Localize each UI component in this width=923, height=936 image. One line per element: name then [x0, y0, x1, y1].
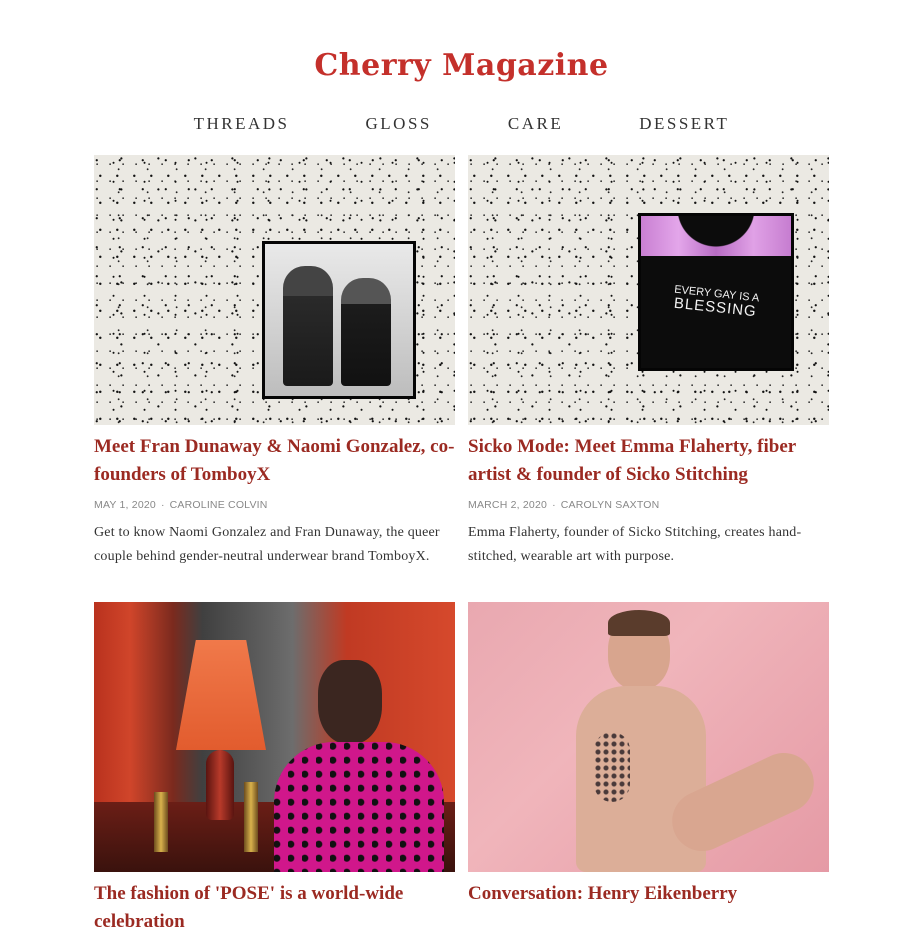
article-excerpt: Emma Flaherty, founder of Sicko Stitchin… — [468, 525, 802, 564]
article-excerpt: Get to know Naomi Gonzalez and Fran Duna… — [94, 525, 440, 564]
portrait-head — [318, 660, 382, 744]
article-card: EVERY GAY IS A BLESSING Sicko Mode: Meet… — [468, 155, 829, 583]
article-author[interactable]: CAROLYN SAXTON — [561, 499, 660, 511]
article-title[interactable]: Meet Fran Dunaway & Naomi Gonzalez, co-f… — [94, 433, 455, 489]
article-image-pose[interactable] — [94, 602, 455, 872]
article-title[interactable]: Sicko Mode: Meet Emma Flaherty, fiber ar… — [468, 433, 829, 489]
article-date: MARCH 2, 2020 — [468, 499, 548, 511]
article-image-tomboyx[interactable] — [94, 155, 455, 425]
lamp-shade — [176, 640, 266, 750]
portrait-dress — [274, 742, 444, 872]
article-image-henry[interactable] — [468, 602, 829, 872]
masthead: Cherry Magazine — [0, 48, 923, 83]
tshirt-photo: EVERY GAY IS A BLESSING — [638, 213, 794, 371]
nav-item-gloss[interactable]: GLOSS — [366, 114, 432, 134]
portrait-photo — [262, 241, 416, 399]
nav-item-threads[interactable]: THREADS — [194, 114, 290, 134]
article-image-sicko-stitching[interactable]: EVERY GAY IS A BLESSING — [468, 155, 829, 425]
article-author[interactable]: CAROLINE COLVIN — [170, 499, 268, 511]
site-logo[interactable]: Cherry Magazine — [314, 48, 608, 83]
article-card: Meet Fran Dunaway & Naomi Gonzalez, co-f… — [94, 155, 455, 583]
main-nav: THREADS GLOSS CARE DESSERT — [0, 114, 923, 134]
article-title[interactable]: The fashion of 'POSE' is a world-wide ce… — [94, 880, 455, 936]
article-meta: MARCH 2, 2020 · CAROLYN SAXTON — [468, 499, 660, 511]
article-title[interactable]: Conversation: Henry Eikenberry — [468, 880, 829, 908]
article-card: Conversation: Henry Eikenberry — [468, 602, 829, 908]
nav-item-care[interactable]: CARE — [508, 114, 563, 134]
nav-item-dessert[interactable]: DESSERT — [639, 114, 729, 134]
article-date: MAY 1, 2020 — [94, 499, 156, 511]
article-meta: MAY 1, 2020 · CAROLINE COLVIN — [94, 499, 268, 511]
